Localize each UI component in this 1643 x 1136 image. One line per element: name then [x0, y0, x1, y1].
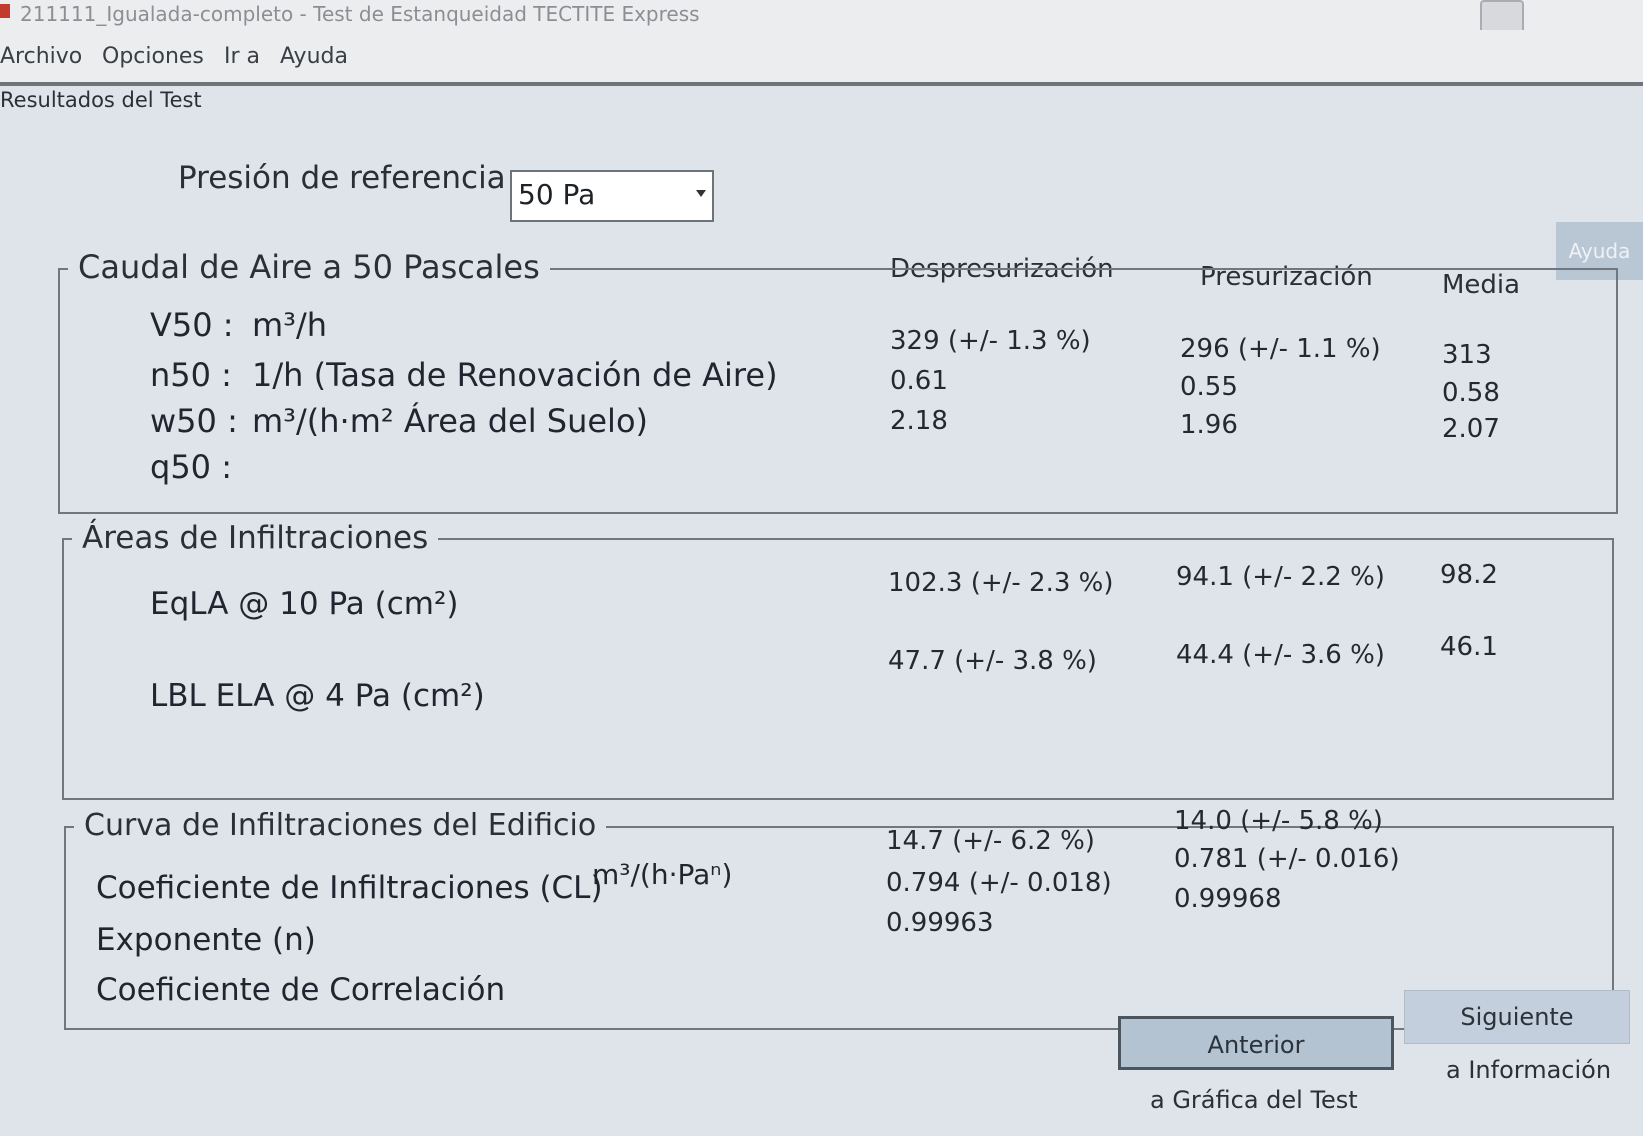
correlation-depress: 0.99963 — [886, 908, 994, 938]
cl-label: Coeficiente de Infiltraciones (CL) — [96, 870, 603, 906]
w50-unit: m³/(h·m² Área del Suelo) — [252, 402, 648, 440]
exponent-label: Exponente (n) — [96, 922, 316, 958]
curve-group-title: Curva de Infiltraciones del Edificio — [74, 808, 607, 843]
w50-press: 1.96 — [1180, 410, 1238, 440]
cl-depress: 14.7 (+/- 6.2 %) — [886, 826, 1095, 856]
n50-press: 0.55 — [1180, 372, 1238, 402]
lbl-ela-press: 44.4 (+/- 3.6 %) — [1176, 640, 1385, 670]
correlation-label: Coeficiente de Correlación — [96, 972, 506, 1008]
v50-press: 296 (+/- 1.1 %) — [1180, 334, 1381, 364]
eqla-press: 94.1 (+/- 2.2 %) — [1176, 562, 1385, 592]
v50-symbol: V50 : — [150, 306, 234, 344]
airflow-group-title: Caudal de Aire a 50 Pascales — [68, 248, 550, 286]
n50-depress: 0.61 — [890, 366, 948, 396]
window-title: 211111_Igualada-completo - Test de Estan… — [20, 2, 700, 26]
chevron-down-icon — [696, 190, 706, 197]
next-caption: a Información — [1446, 1056, 1612, 1084]
lbl-ela-label: LBL ELA @ 4 Pa (cm²) — [150, 678, 485, 714]
menu-opciones[interactable]: Opciones — [102, 44, 204, 69]
w50-mean: 2.07 — [1442, 414, 1500, 444]
menu-archivo[interactable]: Archivo — [0, 44, 82, 69]
v50-unit: m³/h — [252, 306, 328, 344]
title-bar: 211111_Igualada-completo - Test de Estan… — [0, 0, 1643, 48]
exponent-press: 0.781 (+/- 0.016) — [1174, 844, 1400, 874]
q50-symbol: q50 : — [150, 448, 232, 486]
next-button[interactable]: Siguiente — [1404, 990, 1630, 1044]
cl-unit: m³/(h·Paⁿ) — [592, 858, 733, 891]
menu-ayuda[interactable]: Ayuda — [280, 44, 348, 69]
eqla-label: EqLA @ 10 Pa (cm²) — [150, 586, 459, 622]
menu-bar: Archivo Opciones Ir a Ayuda — [0, 30, 1643, 86]
previous-caption: a Gráfica del Test — [1150, 1086, 1358, 1114]
w50-depress: 2.18 — [890, 406, 948, 436]
leakage-group-title: Áreas de Infiltraciones — [72, 520, 439, 556]
n50-unit: 1/h (Tasa de Renovación de Aire) — [252, 356, 778, 394]
lbl-ela-mean: 46.1 — [1440, 632, 1498, 662]
previous-button[interactable]: Anterior — [1118, 1016, 1394, 1070]
v50-mean: 313 — [1442, 340, 1492, 370]
eqla-mean: 98.2 — [1440, 560, 1498, 590]
n50-symbol: n50 : — [150, 356, 232, 394]
section-title: Resultados del Test — [0, 88, 202, 112]
eqla-depress: 102.3 (+/- 2.3 %) — [888, 568, 1114, 598]
menu-ir-a[interactable]: Ir a — [224, 44, 260, 69]
w50-symbol: w50 : — [150, 402, 238, 440]
n50-mean: 0.58 — [1442, 378, 1500, 408]
v50-depress: 329 (+/- 1.3 %) — [890, 326, 1091, 356]
reference-pressure-label: Presión de referencia — [178, 160, 506, 196]
cl-press: 14.0 (+/- 5.8 %) — [1174, 806, 1383, 836]
exponent-depress: 0.794 (+/- 0.018) — [886, 868, 1112, 898]
reference-pressure-value: 50 Pa — [518, 178, 596, 211]
reference-pressure-select[interactable]: 50 Pa — [510, 170, 714, 222]
lbl-ela-depress: 47.7 (+/- 3.8 %) — [888, 646, 1097, 676]
app-icon — [0, 4, 10, 18]
correlation-press: 0.99968 — [1174, 884, 1282, 914]
